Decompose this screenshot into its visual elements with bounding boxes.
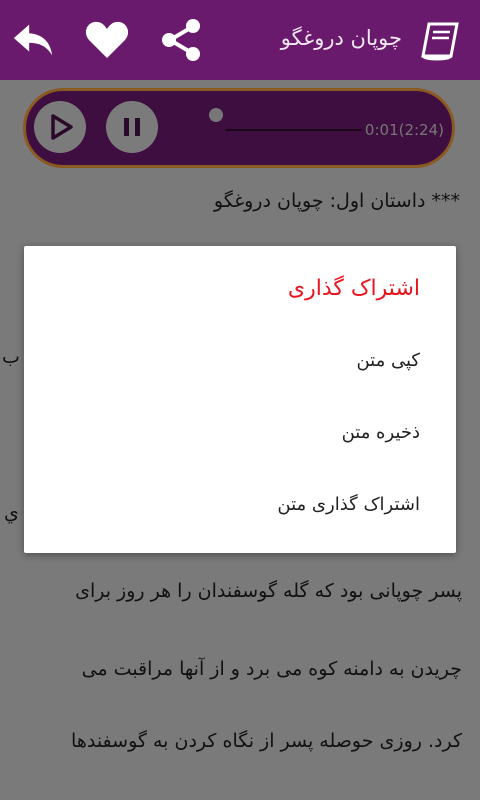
pause-icon (124, 118, 140, 136)
play-icon (51, 114, 73, 140)
dialog-title: اشتراک گذاری (287, 276, 420, 301)
app-bar: چوپان دروغگو (0, 0, 480, 80)
seek-knob[interactable] (209, 108, 223, 122)
pause-button[interactable] (106, 101, 158, 153)
back-icon[interactable] (10, 18, 56, 62)
story-heading: *** داستان اول: چوپان دروغگو (213, 190, 460, 212)
seek-track[interactable] (226, 129, 362, 131)
app-title: چوپان دروغگو (280, 26, 402, 50)
play-button[interactable] (34, 101, 86, 153)
save-text-option[interactable]: ذخیره متن (342, 422, 420, 443)
partial-char-1: ب (2, 346, 20, 368)
story-line-3: کرد. روزی حوصله پسر از نگاه کردن به گوسف… (71, 730, 462, 752)
copy-text-option[interactable]: کپی متن (356, 350, 420, 371)
share-icon[interactable] (158, 18, 204, 62)
book-icon (418, 18, 464, 62)
partial-char-2: ي (4, 502, 19, 524)
heart-icon[interactable] (84, 18, 130, 62)
player-time: 0:01(2:24) (364, 121, 444, 139)
audio-player: 0:01(2:24) (23, 88, 455, 168)
story-line-1: پسر چوپانی بود که گله گوسفندان را هر روز… (75, 580, 462, 602)
story-line-2: چریدن به دامنه کوه می برد و از آنها مراق… (81, 658, 462, 680)
share-text-option[interactable]: اشتراک گذاری متن (277, 494, 420, 515)
share-dialog: اشتراک گذاری کپی متن ذخیره متن اشتراک گذ… (24, 246, 456, 553)
